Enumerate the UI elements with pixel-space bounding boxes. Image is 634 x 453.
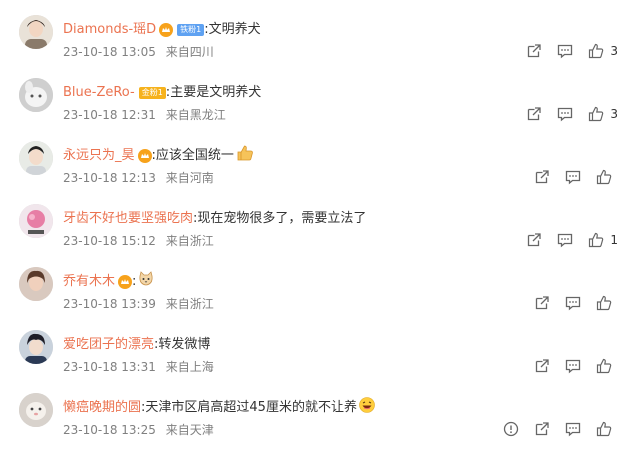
laughing-emoji <box>359 396 375 420</box>
like-button[interactable] <box>596 421 612 437</box>
share-icon[interactable] <box>534 169 550 185</box>
thumbs-up-icon <box>589 43 604 59</box>
comment-time: 23-10-18 13:05 <box>63 45 156 59</box>
comment-item: Diamonds-瑶D 铁粉1 : 文明养犬 23-10-18 13:05 来自… <box>0 12 634 75</box>
comment-item: 牙齿不好也要坚强吃肉 : 现在宠物很多了，需要立法了 23-10-18 15:1… <box>0 201 634 264</box>
comment-time: 23-10-18 13:31 <box>63 360 156 374</box>
comment-location: 来自河南 <box>165 171 214 185</box>
thumbs-up-emoji <box>236 145 254 168</box>
crown-icon <box>137 149 152 163</box>
share-icon[interactable] <box>534 295 550 311</box>
like-button[interactable]: 3 <box>588 106 634 122</box>
username[interactable]: 乔有木木 <box>63 272 115 292</box>
comment-icon[interactable] <box>557 232 573 248</box>
like-count: 3 <box>610 44 618 58</box>
share-icon[interactable] <box>526 232 542 248</box>
crown-icon <box>159 23 174 37</box>
comment-icon[interactable] <box>557 106 573 122</box>
comment-time: 23-10-18 12:13 <box>63 171 156 185</box>
avatar[interactable] <box>19 78 53 112</box>
like-button[interactable] <box>596 358 612 374</box>
comment-item: Blue-ZeRo- 金粉1 : 主要是文明养犬 23-10-18 12:31 … <box>0 75 634 138</box>
comment-item: 乔有木木 : 23-10-18 13:39 来自浙江 <box>0 264 634 327</box>
username[interactable]: Diamonds-瑶D <box>63 20 156 40</box>
like-button[interactable] <box>596 295 612 311</box>
report-icon[interactable] <box>503 421 519 437</box>
comment-location: 来自天津 <box>165 423 214 437</box>
share-icon[interactable] <box>526 43 542 59</box>
comment-location: 来自浙江 <box>165 234 214 248</box>
fan-badge[interactable]: 金粉1 <box>138 87 166 99</box>
comment-icon[interactable] <box>565 358 581 374</box>
comment-text: 转发微博 <box>158 337 211 352</box>
comment-list: Diamonds-瑶D 铁粉1 : 文明养犬 23-10-18 13:05 来自… <box>0 0 634 450</box>
comment-icon[interactable] <box>565 421 581 437</box>
avatar[interactable] <box>19 204 53 238</box>
thumbs-up-icon <box>596 169 612 185</box>
comment-item: 懒癌晚期的圆 : 天津市区肩高超过45厘米的就不让养 23-10-18 13:2… <box>0 390 634 453</box>
share-icon[interactable] <box>534 358 550 374</box>
comment-location: 来自上海 <box>165 360 214 374</box>
avatar[interactable] <box>19 267 53 301</box>
comment-item: 爱吃团子的漂亮 : 转发微博 23-10-18 13:31 来自上海 <box>0 327 634 390</box>
comment-location: 来自四川 <box>165 45 214 59</box>
comment-text: 天津市区肩高超过45厘米的就不让养 <box>145 400 357 415</box>
thumbs-up-icon <box>589 232 604 248</box>
thumbs-up-icon <box>596 421 612 437</box>
avatar[interactable] <box>19 141 53 175</box>
avatar[interactable] <box>19 15 53 49</box>
like-count: 3 <box>610 107 618 121</box>
thumbs-up-icon <box>596 358 612 374</box>
fan-badge[interactable]: 铁粉1 <box>177 24 205 36</box>
username[interactable]: 爱吃团子的漂亮 <box>63 335 154 355</box>
username[interactable]: 懒癌晚期的圆 <box>63 398 141 418</box>
cat-emoji <box>138 270 154 294</box>
like-count: 1 <box>610 233 618 247</box>
comment-icon[interactable] <box>557 43 573 59</box>
like-button[interactable]: 3 <box>588 43 634 59</box>
like-button[interactable]: 1 <box>588 232 634 248</box>
comment-location: 来自浙江 <box>165 297 214 311</box>
avatar[interactable] <box>19 393 53 427</box>
thumbs-up-icon <box>596 295 612 311</box>
thumbs-up-icon <box>589 106 604 122</box>
share-icon[interactable] <box>526 106 542 122</box>
comment-text: 文明养犬 <box>208 22 261 37</box>
like-button[interactable] <box>596 169 612 185</box>
separator: : <box>132 274 137 289</box>
share-icon[interactable] <box>534 421 550 437</box>
username[interactable]: 牙齿不好也要坚强吃肉 <box>63 209 193 229</box>
comment-item: 永远只为_昊 : 应该全国统一 23-10-18 12:13 来自河南 <box>0 138 634 201</box>
username[interactable]: Blue-ZeRo- <box>63 83 135 103</box>
comment-icon[interactable] <box>565 169 581 185</box>
comment-location: 来自黑龙江 <box>165 108 226 122</box>
comment-time: 23-10-18 13:39 <box>63 297 156 311</box>
username[interactable]: 永远只为_昊 <box>63 146 135 166</box>
crown-icon <box>118 275 133 289</box>
comment-icon[interactable] <box>565 295 581 311</box>
comment-text: 应该全国统一 <box>155 148 234 163</box>
comment-text: 主要是文明养犬 <box>170 85 262 100</box>
comment-text: 现在宠物很多了，需要立法了 <box>197 211 367 226</box>
comment-time: 23-10-18 13:25 <box>63 423 156 437</box>
comment-time: 23-10-18 15:12 <box>63 234 156 248</box>
comment-time: 23-10-18 12:31 <box>63 108 156 122</box>
avatar[interactable] <box>19 330 53 364</box>
